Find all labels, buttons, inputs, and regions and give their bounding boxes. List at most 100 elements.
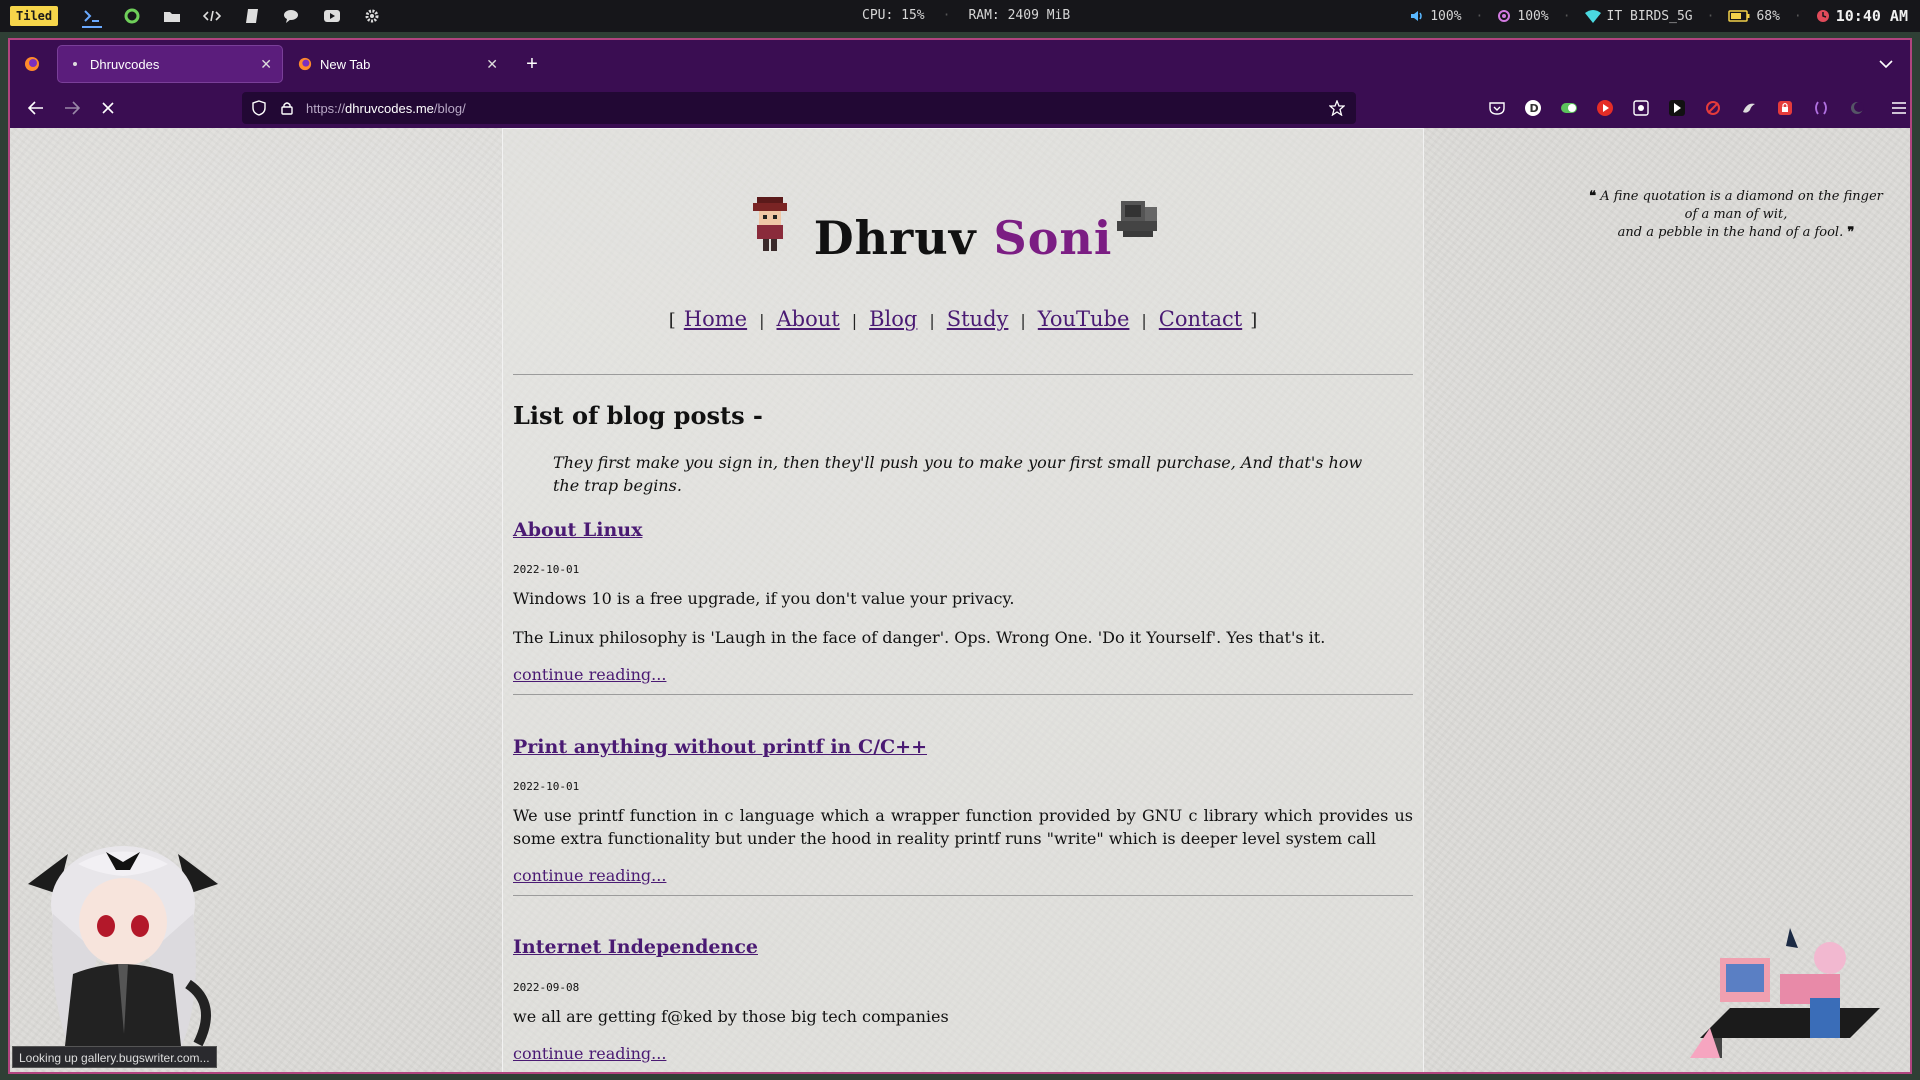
system-tray: 100% · 100% · IT BIRDS_5G · 68% · 10:40 … — [1410, 0, 1908, 32]
blog-intro-quote: They first make you sign in, then they'l… — [553, 453, 1363, 495]
quote-line-3: and a pebble in the hand of a fool. — [1617, 225, 1844, 240]
video-icon[interactable] — [312, 4, 352, 28]
stop-loading-button[interactable] — [94, 94, 122, 122]
navigation-toolbar: https://dhruvcodes.me/blog/ D — [10, 88, 1910, 128]
back-arrow-icon — [28, 101, 43, 115]
notes-icon[interactable] — [232, 4, 272, 28]
tab-bar: Dhruvcodes ✕ New Tab ✕ + — [10, 40, 1910, 88]
youtube-extension-icon[interactable] — [1592, 95, 1618, 121]
nav-home-link[interactable]: Home — [684, 307, 747, 331]
address-bar[interactable]: https://dhruvcodes.me/blog/ — [242, 92, 1356, 124]
post-date: 2022-09-08 — [513, 981, 580, 994]
bookmark-star-icon[interactable] — [1326, 97, 1348, 119]
blog-post: Print anything without printf in C/C++ — [513, 736, 1413, 758]
wifi-indicator[interactable]: IT BIRDS_5G — [1584, 9, 1693, 24]
nav-separator: | — [851, 311, 858, 330]
post-excerpt: we all are getting f@ked by those big te… — [513, 1007, 949, 1026]
post-excerpt: The Linux philosophy is 'Laugh in the fa… — [513, 628, 1326, 647]
firefox-tab-icon — [298, 57, 312, 71]
nav-separator: | — [1141, 311, 1147, 330]
post-excerpt: Windows 10 is a free upgrade, if you don… — [513, 589, 1015, 608]
clock[interactable]: 10:40 AM — [1816, 7, 1908, 25]
lock-extension-icon[interactable] — [1772, 95, 1798, 121]
main-navigation: [Home | About | Blog | Study | YouTube | Contact] — [503, 307, 1423, 331]
chat-icon[interactable] — [272, 4, 312, 28]
url-domain: dhruvcodes.me — [345, 100, 434, 116]
post-title-link[interactable]: Print anything without printf in C/C++ — [513, 736, 927, 758]
nav-separator: | — [929, 311, 935, 330]
url-scheme: https:// — [306, 100, 346, 116]
folder-icon[interactable] — [152, 4, 192, 28]
play-extension-icon[interactable] — [1664, 95, 1690, 121]
status-tooltip: Looking up gallery.bugswriter.com... — [12, 1046, 217, 1068]
firefox-view-button[interactable] — [18, 50, 46, 78]
quote-line-1: A fine quotation is a diamond on the fin… — [1600, 189, 1883, 204]
svg-text:D: D — [1530, 102, 1539, 115]
terminal-icon[interactable] — [72, 4, 112, 28]
nav-contact-link[interactable]: Contact — [1159, 307, 1242, 331]
blog-post: About Linux — [513, 519, 1413, 541]
nav-about-link[interactable]: About — [777, 307, 840, 331]
lock-icon[interactable] — [276, 97, 298, 119]
brightness-indicator[interactable]: 100% — [1497, 8, 1549, 24]
volume-indicator[interactable]: 100% — [1410, 8, 1462, 24]
post-more: continue reading... — [513, 665, 1413, 684]
blocker-extension-icon[interactable] — [1700, 95, 1726, 121]
pocket-icon[interactable] — [1484, 95, 1510, 121]
screenshot-extension-icon[interactable] — [1628, 95, 1654, 121]
post-title-link[interactable]: Internet Independence — [513, 936, 758, 958]
nav-bracket-close: ] — [1250, 310, 1258, 331]
nav-blog-link[interactable]: Blog — [869, 307, 917, 331]
side-quotation: ❝ A fine quotation is a diamond on the f… — [1586, 188, 1886, 242]
brightness-value: 100% — [1517, 8, 1549, 24]
continue-reading-link[interactable]: continue reading... — [513, 1044, 666, 1063]
nav-separator: | — [759, 311, 765, 330]
settings-gear-icon[interactable] — [352, 4, 392, 28]
bird-extension-icon[interactable] — [1736, 95, 1762, 121]
tray-separator: · — [1793, 8, 1802, 24]
forward-button[interactable] — [58, 94, 86, 122]
ram-usage: RAM: 2409 MiB — [968, 8, 1071, 23]
blog-list-heading: List of blog posts - — [513, 401, 763, 430]
dark-reader-icon[interactable] — [1844, 95, 1870, 121]
tab-new-tab[interactable]: New Tab ✕ — [288, 46, 508, 82]
post-more: continue reading... — [513, 866, 1413, 885]
code-icon[interactable] — [192, 4, 232, 28]
nav-study-link[interactable]: Study — [947, 307, 1009, 331]
new-tab-button[interactable]: + — [518, 50, 546, 78]
volume-value: 100% — [1430, 8, 1462, 24]
stats-separator: · — [942, 8, 951, 23]
tab-dhruvcodes[interactable]: Dhruvcodes ✕ — [58, 46, 282, 82]
refresh-app-icon[interactable] — [112, 4, 152, 28]
tray-separator: · — [1562, 8, 1571, 24]
tracking-shield-icon[interactable] — [248, 97, 270, 119]
list-all-tabs-chevron-icon[interactable] — [1874, 52, 1898, 76]
hamburger-menu-icon[interactable] — [1886, 95, 1912, 121]
close-tab-icon[interactable]: ✕ — [486, 56, 498, 73]
brightness-icon — [1498, 10, 1511, 22]
toggle-extension-icon[interactable] — [1556, 95, 1582, 121]
back-button[interactable] — [22, 94, 50, 122]
nav-youtube-link[interactable]: YouTube — [1038, 307, 1130, 331]
site-title[interactable]: Dhruv Soni — [503, 211, 1423, 265]
site-title-last: Soni — [993, 211, 1113, 265]
d-extension-icon[interactable]: D — [1520, 95, 1546, 121]
continue-reading-link[interactable]: continue reading... — [513, 665, 666, 684]
tab-title: Dhruvcodes — [90, 56, 160, 72]
stop-x-icon — [102, 102, 114, 114]
battery-value: 68% — [1756, 8, 1780, 24]
close-tab-icon[interactable]: ✕ — [260, 56, 272, 73]
site-title-first: Dhruv — [813, 211, 977, 265]
layout-indicator[interactable]: Tiled — [10, 6, 59, 26]
url-text[interactable]: https://dhruvcodes.me/blog/ — [306, 101, 1320, 116]
nav-bracket-open: [ — [668, 310, 676, 331]
continue-reading-link[interactable]: continue reading... — [513, 866, 666, 885]
brackets-extension-icon[interactable] — [1808, 95, 1834, 121]
battery-indicator[interactable]: 68% — [1728, 8, 1780, 24]
post-title-link[interactable]: About Linux — [513, 519, 642, 541]
tray-separator: · — [1706, 8, 1715, 24]
post-more: continue reading... — [513, 1044, 1413, 1063]
loading-dot-icon — [68, 57, 82, 71]
top-panel: Tiled CPU: 15% · RAM: 2409 MiB 100% · 10… — [0, 0, 1920, 32]
anime-girl-decoration — [28, 846, 218, 1064]
